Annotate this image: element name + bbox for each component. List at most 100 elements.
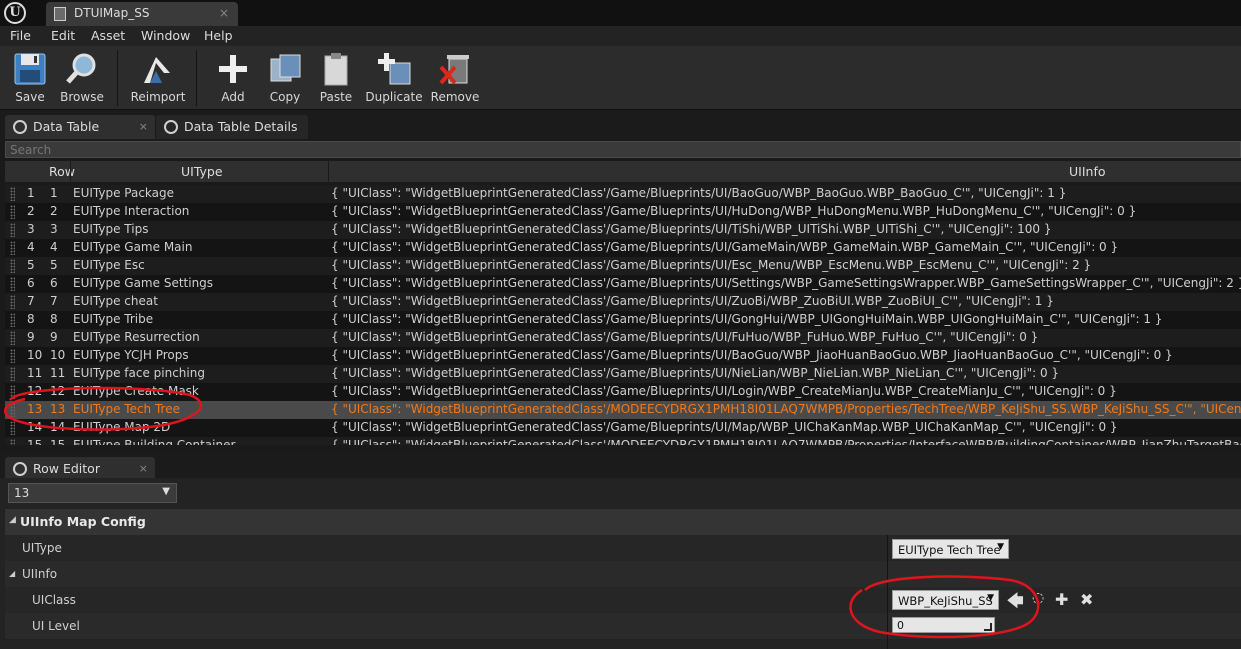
uiclass-dropdown[interactable]: WBP_KeJiShu_SS ▼ [892,590,999,610]
add-button[interactable]: Add [212,46,254,110]
row-name: 7 [50,294,58,308]
table-row[interactable]: 14 14 EUIType Map 2D { "UIClass": "WidgetBl… [5,419,1241,437]
column-header-uiinfo[interactable]: UIInfo [1069,164,1106,179]
save-label: Save [15,90,45,104]
column-divider[interactable] [328,161,329,183]
menu-window[interactable]: Window [141,28,190,43]
tab-data-table[interactable]: Data Table × [5,115,155,139]
drag-grip-icon[interactable] [10,367,15,381]
spin-handle-icon[interactable] [984,623,992,631]
tab-data-table-label: Data Table [33,119,100,134]
panel-tab-bar: Data Table × Data Table Details [0,110,1241,140]
table-body: 1 1 EUIType Package{ "UIClass": "WidgetBlu… [5,185,1241,445]
document-tab[interactable]: DTUIMap_SS × [46,2,238,26]
drag-grip-icon[interactable] [10,439,15,445]
close-tab-icon[interactable]: × [139,120,148,133]
collapse-arrow-icon[interactable]: ◢ [9,515,16,525]
unreal-logo-icon[interactable]: U [4,2,26,24]
menu-asset[interactable]: Asset [91,28,125,43]
table-row[interactable]: 6 6 EUIType Game Settings { "UIClass": "Wid… [5,275,1241,293]
drag-grip-icon[interactable] [10,223,15,237]
tab-row-editor-label: Row Editor [33,461,100,476]
row-uitype: EUIType cheat [73,294,158,308]
drag-grip-icon[interactable] [10,187,15,201]
row-uiinfo: { "UIClass": "WidgetBlueprintGeneratedCl… [331,420,1118,434]
browse-circle-icon[interactable]: ◌ [1032,590,1044,606]
row-uiinfo: { "UIClass": "WidgetBlueprintGeneratedCl… [331,366,1060,380]
table-row[interactable]: 11 11 EUIType face pinching { "UIClass": "W… [5,365,1241,383]
document-tab-title: DTUIMap_SS [74,6,150,20]
column-divider[interactable] [70,161,71,183]
chevron-down-icon: ▼ [987,593,994,603]
toolbar: Save Browse Reimport Add Copy Paste Dupl… [0,46,1241,110]
row-uitype: EUIType Package [73,186,175,200]
drag-grip-icon[interactable] [10,259,15,273]
property-name-uiclass: UIClass [32,593,76,607]
use-selected-arrow-icon[interactable]: 🡄 [1007,590,1024,617]
close-tab-icon[interactable]: × [139,462,148,475]
uilevel-number-field[interactable]: 0 [892,617,995,633]
row-name: 2 [50,204,58,218]
search-input[interactable] [6,142,1240,157]
reimport-button[interactable]: Reimport [128,46,188,110]
duplicate-label: Duplicate [365,90,423,104]
drag-grip-icon[interactable] [10,421,15,435]
table-row[interactable]: 5 5 EUIType Esc { "UIClass": "WidgetBluepri… [5,257,1241,275]
duplicate-button[interactable]: Duplicate [364,46,424,110]
collapse-arrow-icon[interactable]: ◢ [9,569,15,578]
clear-x-icon[interactable]: ✖ [1080,590,1093,609]
row-name: 15 [50,438,66,445]
column-header-uitype[interactable]: UIType [181,164,223,179]
info-icon [164,120,178,134]
row-uiinfo: { "UIClass": "WidgetBlueprintGeneratedCl… [331,438,1241,445]
reimport-label: Reimport [130,90,186,104]
close-tab-icon[interactable]: × [219,6,229,20]
drag-grip-icon[interactable] [10,385,15,399]
category-header[interactable]: ◢ UIInfo Map Config [5,509,1241,535]
table-row[interactable]: 2 2 EUIType Interaction { "UIClass": "Widge… [5,203,1241,221]
drag-grip-icon[interactable] [10,241,15,255]
drag-grip-icon[interactable] [10,313,15,327]
drag-grip-icon[interactable] [10,277,15,291]
chevron-down-icon: ▼ [162,486,170,497]
table-row[interactable]: 9 9 EUIType Resurrection { "UIClass": "Widg… [5,329,1241,347]
drag-grip-icon[interactable] [10,205,15,219]
table-row[interactable]: 12 12 EUIType Create Mask { "UIClass": "Wid… [5,383,1241,401]
row-number: 3 [27,222,35,236]
row-name: 10 [50,348,66,362]
menu-file[interactable]: File [10,28,31,43]
table-row[interactable]: 15 15 EUIType Building Container { "UIClass… [5,437,1241,445]
menu-help[interactable]: Help [204,28,233,43]
remove-button[interactable]: Remove [430,46,480,110]
toolbar-separator [117,50,118,106]
browse-button[interactable]: Browse [58,46,106,110]
table-row[interactable]: 3 3 EUIType Tips { "UIClass": "WidgetBluepr… [5,221,1241,239]
paste-button[interactable]: Paste [314,46,358,110]
table-row[interactable]: 10 10 EUIType YCJH Props { "UIClass": "Widg… [5,347,1241,365]
drag-grip-icon[interactable] [10,403,15,417]
save-button[interactable]: Save [8,46,52,110]
column-header-row[interactable]: Row [49,164,75,179]
drag-grip-icon[interactable] [10,331,15,345]
table-row[interactable]: 7 7 EUIType cheat { "UIClass": "WidgetBluep… [5,293,1241,311]
row-number: 15 [27,438,43,445]
row-name-value: 13 [14,486,30,500]
drag-grip-icon[interactable] [10,349,15,363]
row-name-select[interactable]: 13 ▼ [8,483,177,503]
drag-grip-icon[interactable] [10,295,15,309]
menu-edit[interactable]: Edit [51,28,75,43]
tab-data-table-details[interactable]: Data Table Details [156,115,308,139]
copy-button[interactable]: Copy [262,46,308,110]
table-row[interactable]: 1 1 EUIType Package { "UIClass": "WidgetBlu… [5,185,1241,203]
toolbar-separator [196,50,197,106]
table-row[interactable]: 13 13 EUIType Tech Tree { "UIClass": "Widge… [5,401,1241,419]
details-column-splitter[interactable] [887,535,888,649]
row-number: 14 [27,420,43,434]
row-uiinfo: { "UIClass": "WidgetBlueprintGeneratedCl… [331,240,1119,254]
table-row[interactable]: 4 4 EUIType Game Main { "UIClass": "WidgetB… [5,239,1241,257]
uitype-dropdown[interactable]: EUIType Tech Tree ▼ [892,539,1009,559]
row-number: 6 [27,276,35,290]
add-plus-icon[interactable]: ✚ [1055,590,1068,609]
table-row[interactable]: 8 8 EUIType Tribe { "UIClass": "WidgetBluep… [5,311,1241,329]
copy-label: Copy [269,90,301,104]
